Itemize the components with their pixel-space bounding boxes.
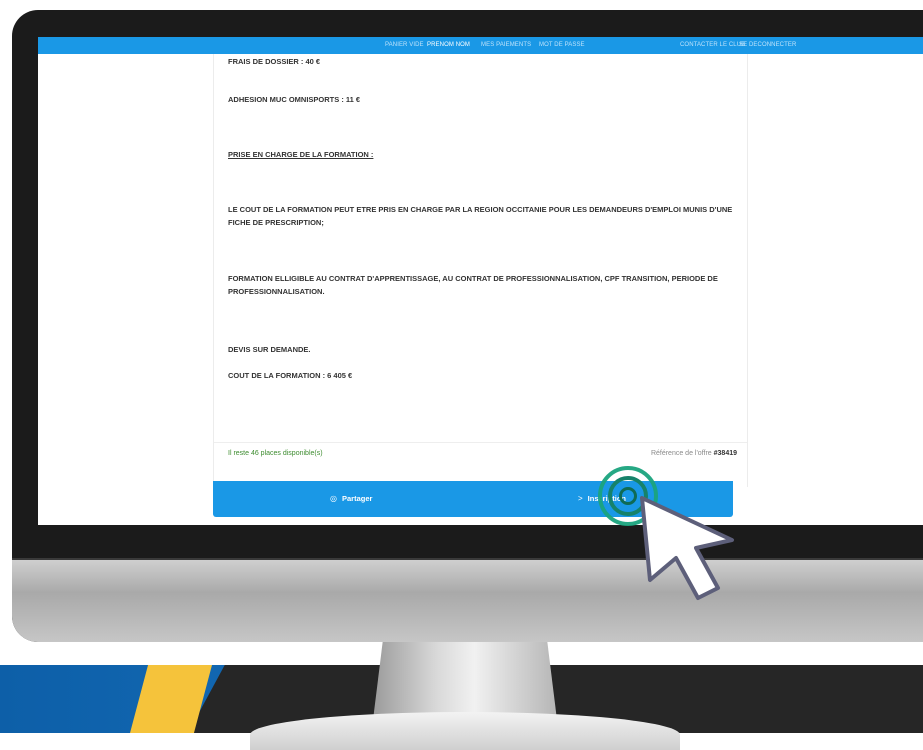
share-icon: ◎ <box>330 494 337 503</box>
adhesion-text: ADHESION MUC OMNISPORTS : 11 € <box>228 95 361 104</box>
mouse-pointer-icon <box>640 496 734 600</box>
top-nav-bar: PANIER VIDE PRENOM NOM MES PAIEMENTS MOT… <box>38 37 923 54</box>
devis-text: DEVIS SUR DEMANDE. <box>228 345 311 354</box>
nav-user-name[interactable]: PRENOM NOM <box>427 42 470 48</box>
monitor-chin <box>12 560 923 642</box>
nav-logout[interactable]: SE DECONNECTER <box>739 42 796 48</box>
monitor-screen: PANIER VIDE PRENOM NOM MES PAIEMENTS MOT… <box>38 37 923 525</box>
offer-reference: Référence de l'offre #38419 <box>651 450 737 457</box>
offer-reference-label: Référence de l'offre <box>650 450 712 457</box>
frais-dossier-text: FRAIS DE DOSSIER : 40 € <box>228 57 321 66</box>
available-places: Il reste 46 places disponible(s) <box>228 450 323 457</box>
share-button[interactable]: ◎ Partager <box>330 494 372 503</box>
nav-cart[interactable]: PANIER VIDE <box>385 42 424 48</box>
illustration: PANIER VIDE PRENOM NOM MES PAIEMENTS MOT… <box>0 0 923 750</box>
nav-contact-club[interactable]: CONTACTER LE CLUB <box>680 42 745 48</box>
eligibility-text: FORMATION ELLIGIBLE AU CONTRAT D'APPRENT… <box>228 274 718 296</box>
cout-formation-text: COUT DE LA FORMATION : 6 405 € <box>228 371 353 380</box>
card-divider <box>214 442 747 443</box>
nav-payments[interactable]: MES PAIEMENTS <box>481 42 531 48</box>
chevron-right-icon: > <box>578 494 583 503</box>
monitor: PANIER VIDE PRENOM NOM MES PAIEMENTS MOT… <box>12 10 923 642</box>
share-label: Partager <box>341 494 373 503</box>
prise-en-charge-heading: PRISE EN CHARGE DE LA FORMATION : <box>228 150 374 159</box>
monitor-base <box>250 712 680 750</box>
offer-details-card: FRAIS DE DOSSIER : 40 € ADHESION MUC OMN… <box>213 54 748 487</box>
region-funding-text: LE COUT DE LA FORMATION PEUT ETRE PRIS E… <box>228 205 733 227</box>
nav-password[interactable]: MOT DE PASSE <box>539 42 585 48</box>
offer-reference-number: #38419 <box>713 450 737 457</box>
